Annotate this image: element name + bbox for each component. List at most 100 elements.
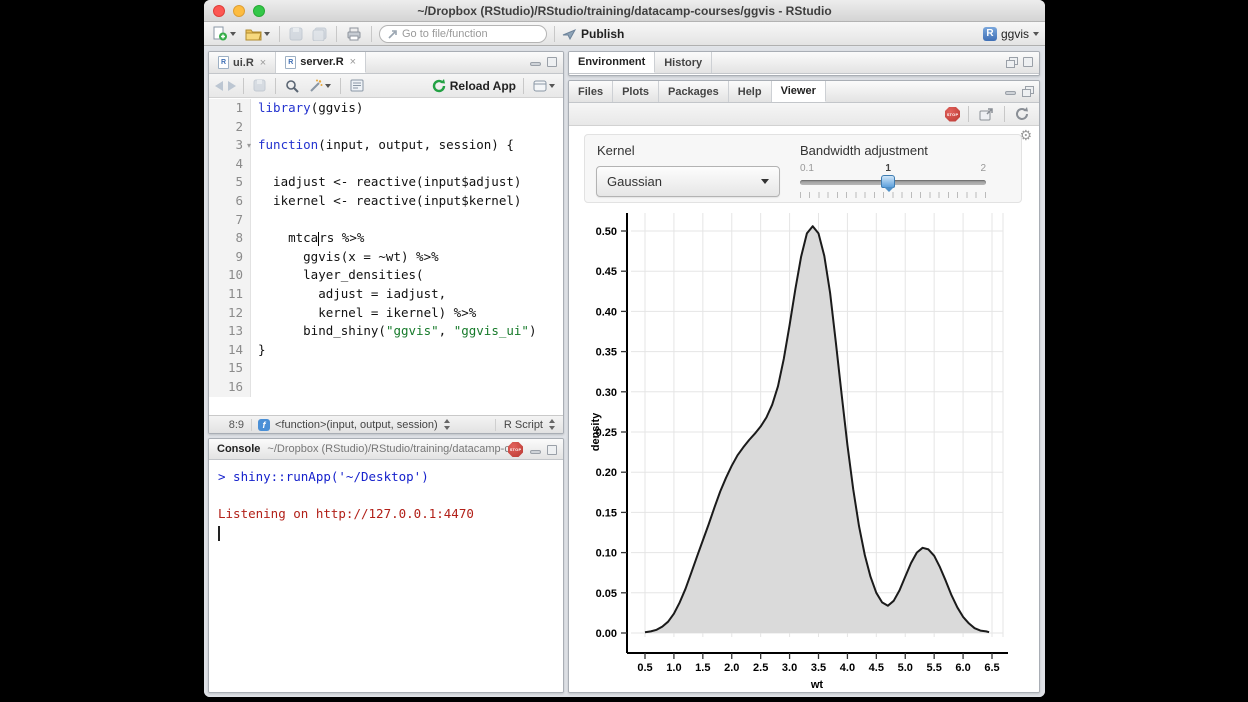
code-text (251, 359, 266, 378)
shiny-controls-well: Kernel Gaussian Bandwidth adjustment 0.1… (584, 134, 1022, 203)
source-pane: R ui.R × R server.R × (208, 51, 564, 434)
tab-files[interactable]: Files (569, 81, 613, 102)
tab-ui-r[interactable]: R ui.R × (209, 52, 276, 73)
project-menu-button[interactable]: R ggvis (983, 27, 1039, 41)
chevron-down-icon (549, 84, 555, 88)
interrupt-stop-icon[interactable]: STOP (508, 442, 523, 457)
refresh-button[interactable] (1013, 104, 1031, 124)
tab-label: server.R (300, 56, 343, 68)
slider-handle[interactable] (881, 175, 895, 188)
reload-label: Reload App (450, 79, 516, 93)
close-icon[interactable]: × (260, 57, 266, 69)
save-button[interactable] (251, 76, 268, 96)
zoom-window-button[interactable] (253, 5, 265, 17)
kernel-value: Gaussian (607, 174, 662, 189)
line-number: 14 (209, 341, 251, 360)
new-file-button[interactable] (210, 24, 238, 44)
line-number: 13 (209, 322, 251, 341)
code-text: adjust = iadjust, (251, 285, 446, 304)
compile-notebook-button[interactable] (348, 76, 366, 96)
bandwidth-slider[interactable]: 0.1 1 2 (800, 163, 986, 201)
toolbar-separator (279, 26, 280, 42)
tab-history[interactable]: History (655, 52, 712, 73)
print-button[interactable] (344, 24, 364, 44)
tab-environment[interactable]: Environment (569, 52, 655, 73)
open-file-button[interactable] (243, 24, 272, 44)
svg-text:0.15: 0.15 (596, 507, 617, 519)
line-number: 4 (209, 155, 251, 174)
kernel-select[interactable]: Gaussian (596, 166, 780, 197)
restore-pane-icon[interactable] (1022, 86, 1033, 96)
chevron-down-icon (761, 179, 769, 184)
environment-tab-bar: Environment History (569, 52, 1039, 74)
console-output[interactable]: > shiny::runApp('~/Desktop') Listening o… (209, 461, 563, 692)
fold-arrow-icon[interactable]: ▾ (247, 137, 251, 156)
line-number: 6 (209, 192, 251, 211)
viewer-toolbar: STOP (569, 103, 1039, 126)
code-text (251, 378, 266, 397)
refresh-icon (1015, 107, 1029, 121)
scope-selector[interactable]: f <function>(input, output, session) (251, 419, 495, 431)
tab-viewer[interactable]: Viewer (772, 81, 826, 102)
bandwidth-label: Bandwidth adjustment (800, 143, 928, 158)
tab-plots[interactable]: Plots (613, 81, 659, 102)
svg-text:0.50: 0.50 (596, 226, 617, 238)
print-icon (346, 27, 362, 41)
restore-pane-icon[interactable] (1006, 57, 1017, 67)
code-text: bind_shiny("ggvis", "ggvis_ui") (251, 322, 536, 341)
slider-track[interactable] (800, 180, 986, 185)
svg-text:1.5: 1.5 (695, 662, 710, 674)
close-icon[interactable]: × (350, 56, 356, 68)
code-tools-button[interactable] (306, 76, 333, 96)
kernel-label: Kernel (597, 143, 635, 158)
code-editor[interactable]: 1library(ggvis)2 3▾function(input, outpu… (209, 99, 563, 415)
code-text: iadjust <- reactive(input$adjust) (251, 173, 521, 192)
minimize-pane-icon[interactable] (530, 62, 541, 66)
console-lines: > shiny::runApp('~/Desktop') Listening o… (218, 468, 554, 524)
tab-help[interactable]: Help (729, 81, 772, 102)
workspace: R ui.R × R server.R × (204, 47, 1045, 697)
reload-app-button[interactable]: Reload App (432, 79, 516, 93)
maximize-pane-icon[interactable] (547, 57, 557, 67)
back-icon[interactable] (215, 81, 223, 91)
svg-text:2.0: 2.0 (724, 662, 739, 674)
code-line: 13 bind_shiny("ggvis", "ggvis_ui") (209, 322, 563, 341)
code-text: ikernel <- reactive(input$kernel) (251, 192, 521, 211)
publish-icon (562, 28, 577, 40)
goto-file-input[interactable]: Go to file/function (379, 25, 547, 43)
line-number: 3▾ (209, 136, 251, 155)
line-number: 2 (209, 118, 251, 137)
stop-app-icon[interactable]: STOP (945, 107, 960, 122)
find-replace-button[interactable] (283, 76, 301, 96)
file-type-selector[interactable]: R Script (495, 419, 563, 431)
search-icon (285, 79, 299, 93)
pane-window-controls (1005, 86, 1033, 96)
close-window-button[interactable] (213, 5, 225, 17)
main-toolbar: Go to file/function Publish R ggvis (204, 22, 1045, 46)
maximize-pane-icon[interactable] (547, 445, 557, 455)
forward-icon[interactable] (228, 81, 236, 91)
svg-text:2.5: 2.5 (753, 662, 768, 674)
console-line: > shiny::runApp('~/Desktop') (218, 468, 554, 487)
minimize-pane-icon[interactable] (530, 450, 541, 454)
svg-text:0.40: 0.40 (596, 306, 617, 318)
source-menu-button[interactable] (531, 76, 557, 96)
maximize-pane-icon[interactable] (1023, 57, 1033, 67)
minimize-pane-icon[interactable] (1005, 91, 1016, 95)
toolbar-separator (523, 78, 524, 94)
svg-text:0.10: 0.10 (596, 548, 617, 560)
goto-arrow-icon (388, 29, 398, 39)
svg-text:1.0: 1.0 (666, 662, 681, 674)
tab-packages[interactable]: Packages (659, 81, 729, 102)
open-folder-icon (245, 27, 262, 41)
publish-button[interactable]: Publish (562, 27, 624, 41)
tab-server-r[interactable]: R server.R × (276, 52, 366, 73)
save-button[interactable] (287, 24, 305, 44)
toolbar-separator (336, 26, 337, 42)
line-number: 7 (209, 211, 251, 230)
open-in-new-window-button[interactable] (977, 104, 996, 124)
scope-label: <function>(input, output, session) (275, 419, 438, 431)
minimize-window-button[interactable] (233, 5, 245, 17)
new-file-icon (212, 26, 228, 42)
save-all-button[interactable] (310, 24, 329, 44)
